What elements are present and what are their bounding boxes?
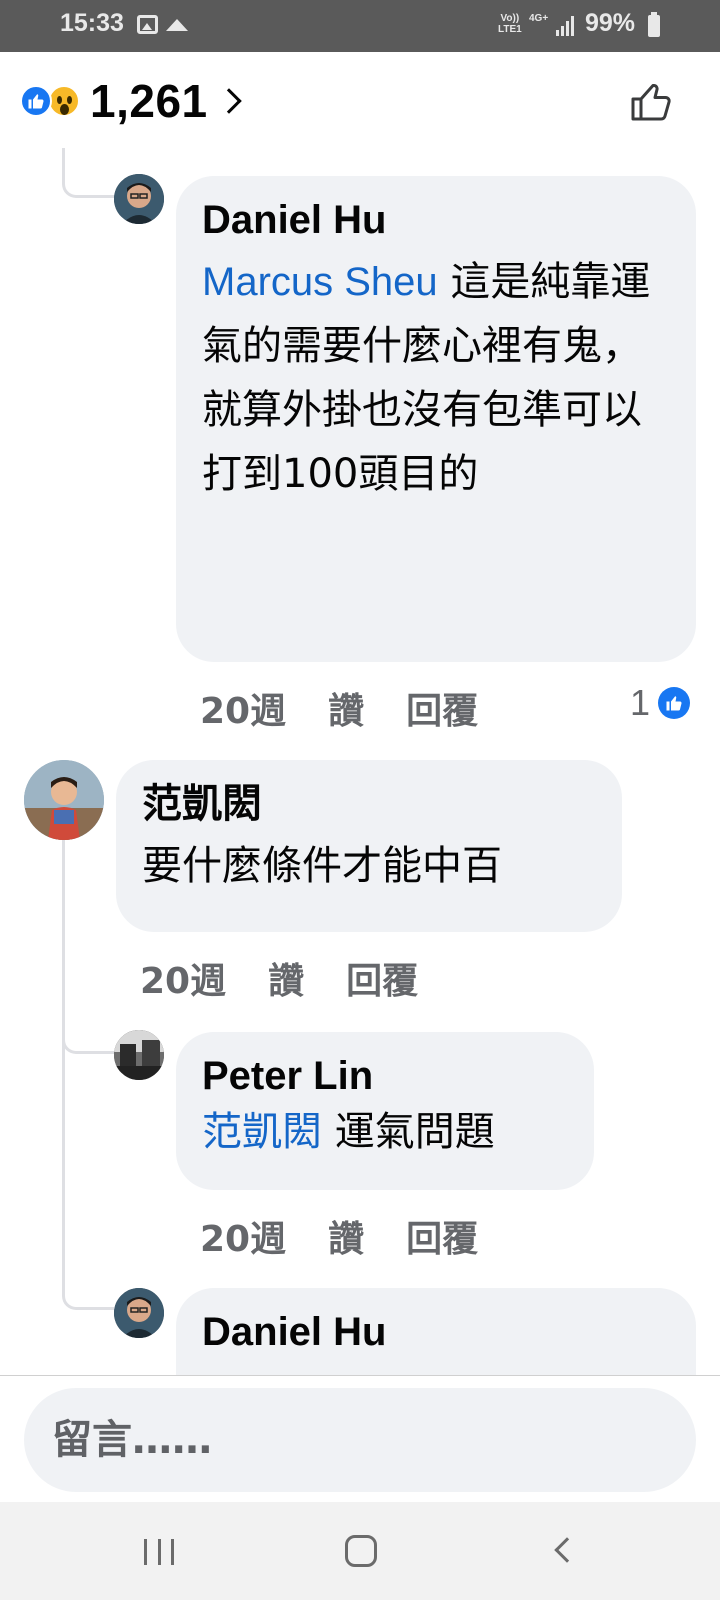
recent-apps-icon[interactable] [144,1539,174,1565]
mountain-notification-icon [166,19,188,31]
comment-text: 要什麼條件才能中百 [142,843,502,889]
divider [0,1375,720,1376]
like-count-number: 1 [630,682,651,723]
comment-time[interactable]: 20週 [200,1210,286,1262]
comment-input[interactable] [52,1417,668,1463]
comment-actions: 20週 讚 回覆 [200,682,478,734]
comment-text: 范凱閎 運氣問題 [202,1109,495,1155]
comment-author[interactable]: Peter Lin [202,1052,568,1100]
thread-connector [62,1050,114,1310]
comment-bubble: 范凱閎 要什麼條件才能中百 [116,760,622,932]
battery-percent: 99% [585,9,636,37]
status-time: 15:33 [60,9,124,37]
comment-composer[interactable] [24,1388,696,1492]
signal-icon [556,14,578,36]
gallery-notification-icon [137,15,158,34]
avatar[interactable] [114,1030,164,1080]
like-reaction-icon [658,687,691,719]
comment-bubble: Daniel Hu Marcus Sheu 這是純靠運氣的需要什麼心裡有鬼，就算… [176,176,696,662]
comment-time[interactable]: 20週 [200,682,286,734]
system-navigation-bar [0,1502,720,1600]
volte-indicator: Vo)) LTE1 [498,13,522,35]
comment-author[interactable]: Daniel Hu [202,196,670,244]
comment-bubble: Daniel Hu [176,1288,696,1375]
wow-reaction-icon [48,85,80,117]
like-outline-icon[interactable] [630,82,674,122]
like-button[interactable]: 讚 [268,952,304,1004]
comment-time[interactable]: 20週 [140,952,226,1004]
comment-text: Marcus Sheu 這是純靠運氣的需要什麼心裡有鬼，就算外掛也沒有包準可以打… [202,259,651,497]
comment-actions: 20週 讚 回覆 [200,1210,478,1262]
status-bar: 15:33 Vo)) LTE1 4G+ 99% [0,0,720,52]
reply-button[interactable]: 回覆 [346,952,418,1004]
avatar[interactable] [24,760,104,840]
like-button[interactable]: 讚 [328,1210,364,1262]
back-icon[interactable] [554,1537,580,1563]
reply-button[interactable]: 回覆 [406,682,478,734]
comment-author[interactable]: Daniel Hu [202,1308,670,1356]
avatar[interactable] [114,174,164,224]
network-type: 4G+ [529,13,549,24]
reactions-summary[interactable]: 1,261 [20,75,242,127]
chevron-right-icon [215,88,242,114]
thread-connector [62,148,114,198]
like-button[interactable]: 讚 [328,682,364,734]
avatar[interactable] [114,1288,164,1338]
like-reaction-icon [20,85,52,117]
home-icon[interactable] [345,1535,377,1567]
reply-button[interactable]: 回覆 [406,1210,478,1262]
mention-link[interactable]: Marcus Sheu [202,260,438,304]
battery-icon [648,12,660,37]
comment-actions: 20週 讚 回覆 [140,952,418,1004]
comment-like-count[interactable]: 1 [630,682,691,724]
comment-bubble: Peter Lin 范凱閎 運氣問題 [176,1032,594,1190]
thread-line [62,840,65,1050]
mention-link[interactable]: 范凱閎 [202,1109,322,1155]
reaction-count: 1,261 [90,75,208,127]
comment-author[interactable]: 范凱閎 [142,780,596,828]
